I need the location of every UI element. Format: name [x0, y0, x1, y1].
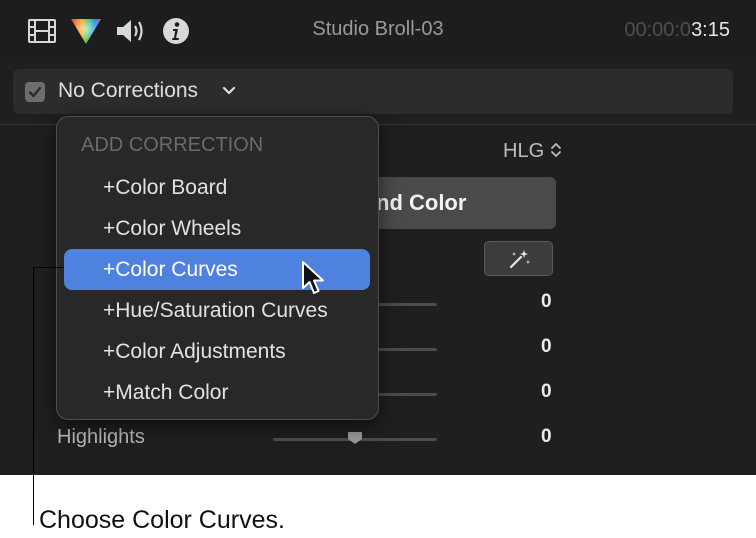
slider-value[interactable]: 0: [541, 381, 552, 403]
highlights-value[interactable]: 0: [541, 426, 552, 448]
slider-value[interactable]: 0: [541, 291, 552, 313]
menu-item-label: +Color Wheels: [103, 217, 242, 240]
match-color-label: nd Color: [376, 190, 467, 215]
mouse-pointer-icon: [302, 261, 324, 294]
slider-value[interactable]: 0: [541, 336, 552, 358]
menu-header: ADD CORRECTION: [81, 134, 264, 156]
color-space-popup[interactable]: HLG: [503, 140, 562, 163]
magic-wand-icon: [509, 250, 530, 269]
menu-item-color-wheels[interactable]: +Color Wheels: [64, 208, 370, 249]
menu-item-color-adjustments[interactable]: +Color Adjustments: [64, 331, 370, 372]
highlights-label: Highlights: [57, 426, 145, 448]
inspector-tab-bar: Studio Broll-03 00:00:03:15: [0, 0, 756, 62]
corrections-popup-label[interactable]: No Corrections: [58, 79, 198, 103]
menu-item-label: +Color Adjustments: [103, 340, 286, 363]
match-color-button[interactable]: nd Color: [370, 177, 556, 229]
timecode: 00:00:03:15: [624, 19, 730, 42]
menu-item-hue-saturation-curves[interactable]: +Hue/Saturation Curves: [64, 290, 370, 331]
checkmark-icon: [28, 86, 42, 98]
correction-enable-checkbox[interactable]: [25, 82, 45, 102]
chevron-updown-icon: [551, 143, 562, 157]
menu-item-label: +Hue/Saturation Curves: [103, 299, 328, 322]
menu-item-color-board[interactable]: +Color Board: [64, 167, 370, 208]
auto-balance-button[interactable]: [484, 241, 553, 276]
slider-row-highlights: Highlights 0: [0, 424, 756, 454]
callout-line: [33, 267, 34, 525]
menu-item-match-color[interactable]: +Match Color: [64, 372, 370, 413]
corrections-bar: No Corrections: [13, 69, 733, 114]
menu-item-label: +Color Curves: [103, 258, 238, 281]
menu-item-label: +Match Color: [103, 381, 229, 404]
chevron-down-icon[interactable]: [222, 86, 236, 96]
menu-item-label: +Color Board: [103, 176, 228, 199]
callout-caption: Choose Color Curves.: [39, 506, 285, 534]
callout-line: [33, 267, 64, 268]
color-inspector: Studio Broll-03 00:00:03:15 No Correctio…: [0, 0, 756, 475]
add-correction-menu: ADD CORRECTION +Color Board +Color Wheel…: [56, 116, 379, 420]
highlights-slider-thumb[interactable]: [346, 430, 364, 446]
timecode-dim: 00:00:0: [624, 19, 692, 41]
color-space-label: HLG: [503, 140, 545, 162]
timecode-value: 3:15: [691, 19, 730, 41]
